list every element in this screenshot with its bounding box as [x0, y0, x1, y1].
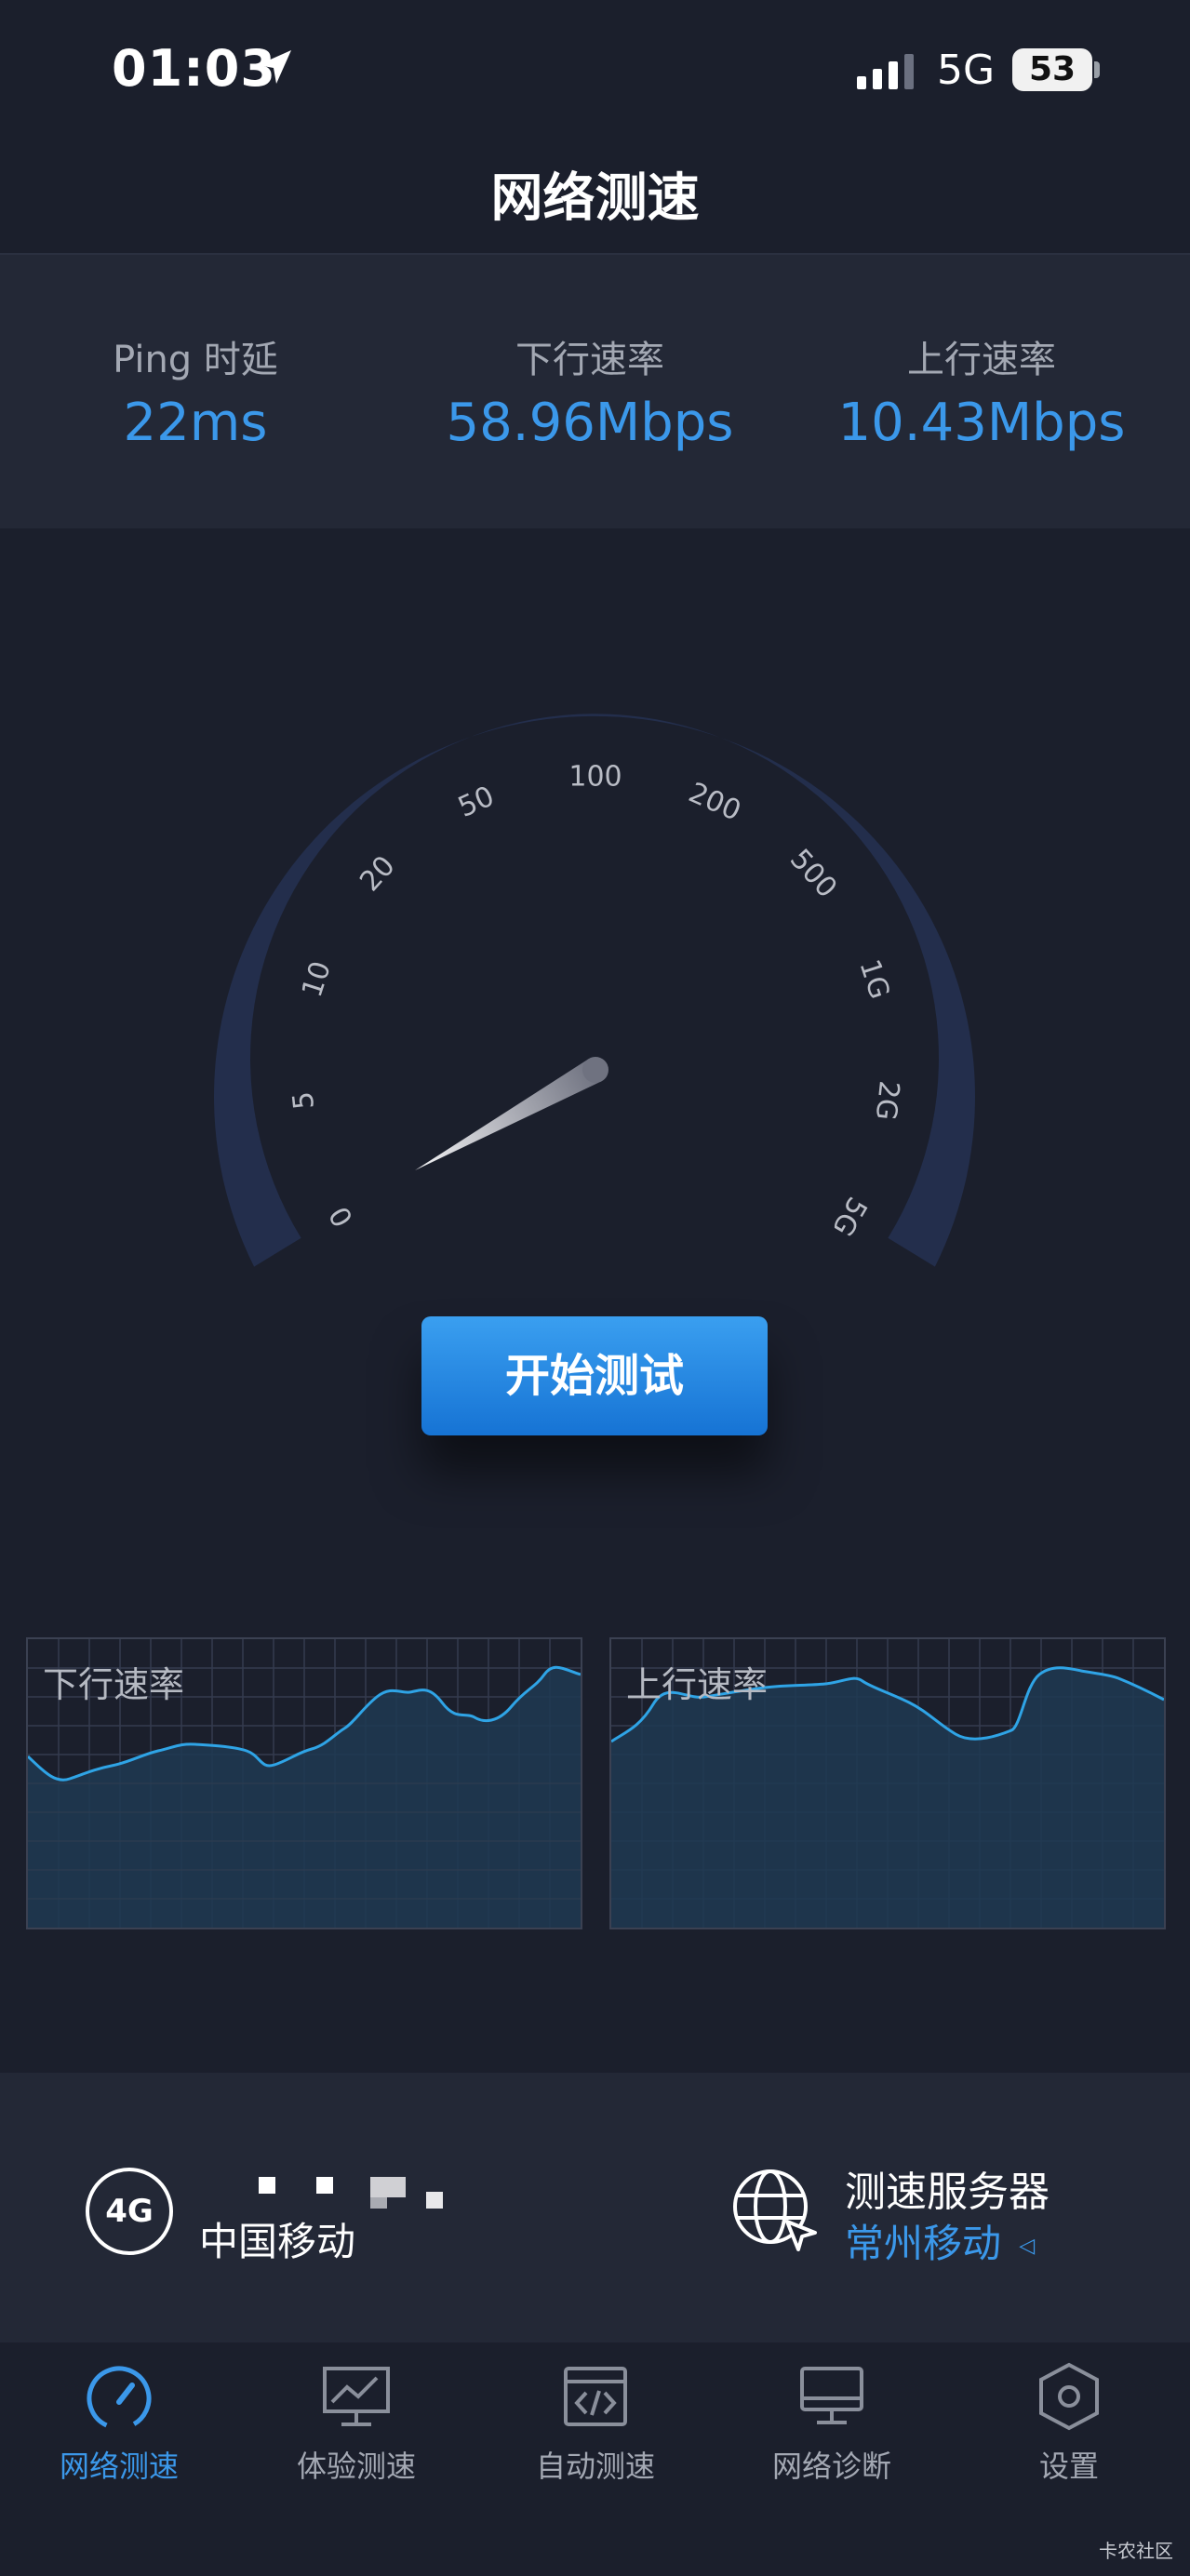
tab-network-diagnosis[interactable]: 网络诊断: [713, 2361, 951, 2486]
tab-settings[interactable]: 设置: [950, 2361, 1188, 2486]
metric-value: 58.96Mbps: [446, 393, 734, 453]
metric-value: 10.43Mbps: [837, 393, 1126, 453]
tab-label: 自动测速: [535, 2449, 655, 2484]
gauge-tick-label: 100: [568, 761, 622, 794]
tab-label: 网络诊断: [771, 2449, 891, 2484]
speed-gauge: 0 5 10 20 50 100 200 500 1G 2G 5G: [213, 714, 976, 1267]
metric-label: Ping 时延: [113, 339, 278, 381]
monitor-icon: [800, 2367, 863, 2424]
metric-ping: Ping 时延 22ms: [0, 329, 391, 453]
upload-rate-chart: 上行速率: [609, 1637, 1166, 1929]
signal-strength-icon: [857, 54, 914, 89]
tab-experience-test[interactable]: 体验测速: [237, 2361, 475, 2486]
gauge-tick-label: 10: [296, 957, 338, 1001]
metrics-panel: Ping 时延 22ms 下行速率 58.96Mbps 上行速率 10.43Mb…: [0, 255, 1190, 528]
upload-chart-label: 上行速率: [626, 1664, 769, 1705]
speedometer-icon: [87, 2366, 152, 2431]
tab-auto-test[interactable]: 自动测速: [476, 2361, 715, 2486]
network-type-badge: 4G: [86, 2168, 173, 2255]
code-window-icon: [564, 2367, 627, 2426]
download-chart-label: 下行速率: [43, 1664, 185, 1705]
metric-value: 22ms: [123, 393, 268, 453]
download-rate-chart: 下行速率: [26, 1637, 582, 1929]
battery-cap: [1094, 61, 1100, 78]
gauge-tick-label: 50: [453, 780, 499, 824]
start-test-button[interactable]: 开始测试: [421, 1316, 768, 1435]
chart-monitor-icon: [323, 2367, 390, 2426]
gauge-tick-label: 5G: [825, 1191, 873, 1241]
gauge-tick-label: 0: [323, 1200, 360, 1232]
connection-info-panel: 4G 中国移动 测速服务器 常州移动 ◁: [0, 2073, 1190, 2342]
bottom-tab-bar: 网络测速 体验测速 自动测速 网络诊断 设置 卡农社区: [0, 2342, 1190, 2576]
carrier-name: 中国移动: [199, 2219, 356, 2264]
metric-label: 上行速率: [907, 339, 1056, 381]
tab-label: 设置: [1038, 2449, 1099, 2484]
watermark: 卡农社区: [1099, 2540, 1173, 2562]
gauge-tick-label: 500: [783, 843, 843, 904]
server-selector[interactable]: 常州移动 ◁: [845, 2212, 1035, 2269]
battery-indicator: 53: [1012, 48, 1092, 91]
tab-label: 网络测速: [59, 2449, 179, 2484]
metric-label: 下行速率: [515, 339, 664, 381]
gauge-tick-label: 1G: [852, 955, 895, 1003]
location-arrow-icon: [258, 50, 291, 84]
gauge-tick-label: 200: [684, 777, 746, 828]
server-label: 测速服务器: [845, 2169, 1050, 2216]
gauge-tick-label: 5: [287, 1090, 321, 1112]
status-bar: 01:03 5G 53: [0, 0, 1190, 140]
gauge-needle: [415, 1057, 608, 1170]
hexagon-gear-icon: [1039, 2362, 1099, 2431]
gauge-tick-label: 2G: [869, 1079, 905, 1122]
metric-download: 下行速率 58.96Mbps: [394, 329, 785, 453]
triangle-left-icon: ◁: [1019, 2235, 1036, 2258]
status-time: 01:03: [112, 39, 276, 98]
tab-label: 体验测速: [296, 2449, 416, 2484]
globe-cursor-icon[interactable]: [729, 2166, 819, 2255]
page-title: 网络测速: [490, 168, 700, 229]
server-name: 常州移动: [845, 2221, 1002, 2266]
network-type: 5G: [937, 47, 996, 94]
tab-speed-test[interactable]: 网络测速: [0, 2361, 238, 2486]
metric-upload: 上行速率 10.43Mbps: [786, 329, 1177, 453]
gauge-tick-labels: 0 5 10 20 50 100 200 500 1G 2G 5G: [287, 761, 905, 1242]
gauge-tick-label: 20: [354, 849, 402, 898]
